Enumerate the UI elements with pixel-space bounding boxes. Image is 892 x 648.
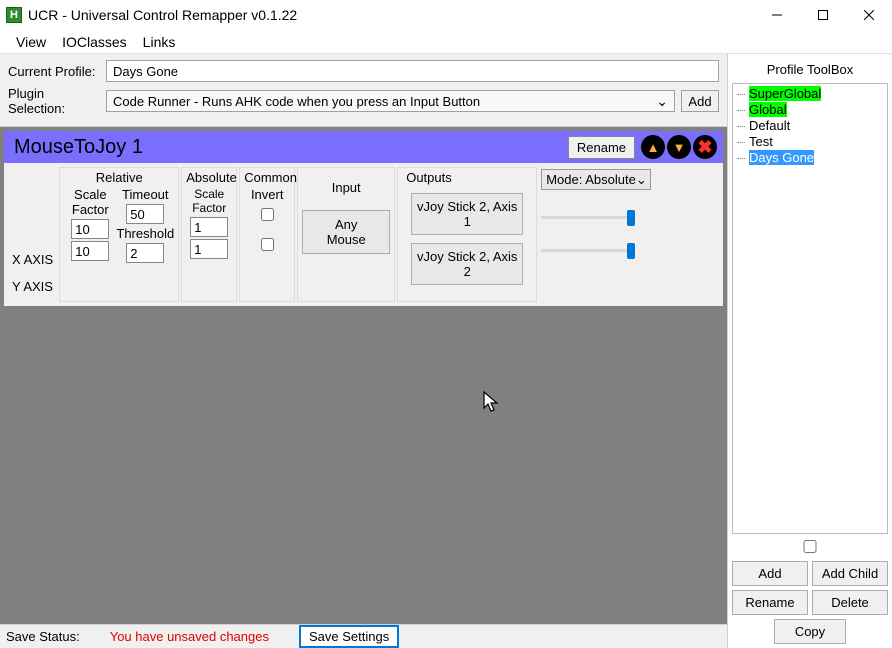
move-down-button[interactable]: ▼ [667,135,691,159]
move-up-button[interactable]: ▲ [641,135,665,159]
menu-links[interactable]: Links [143,34,176,50]
window-title: UCR - Universal Control Remapper v0.1.22 [28,7,754,23]
plugin-selection-dropdown[interactable]: Code Runner - Runs AHK code when you pre… [106,90,675,112]
save-settings-button[interactable]: Save Settings [299,625,399,648]
rel-scale-x-input[interactable] [71,219,109,239]
current-profile-input[interactable] [106,60,719,82]
abs-scale-y-input[interactable] [190,239,228,259]
common-group-label: Common [244,170,290,185]
tree-item-default[interactable]: Default [747,118,885,134]
app-icon: H [6,7,22,23]
plugin-selection-value: Code Runner - Runs AHK code when you pre… [113,94,480,109]
tree-item-global[interactable]: Global [747,102,885,118]
mode-value: Mode: Absolute [546,172,636,187]
plugin-rename-button[interactable]: Rename [568,136,635,159]
invert-label: Invert [244,187,290,202]
tree-item-label: SuperGlobal [749,86,821,101]
toolbox-add-child-button[interactable]: Add Child [812,561,888,586]
plugin-selection-label: Plugin Selection: [8,86,100,116]
tree-item-label: Default [749,118,790,133]
save-status-message: You have unsaved changes [110,629,269,644]
scale-factor-label: Scale Factor [64,187,116,217]
tree-item-label: Global [749,102,787,117]
cursor-icon [483,391,503,415]
save-status-label: Save Status: [6,629,80,644]
current-profile-label: Current Profile: [8,64,100,79]
toolbox-rename-button[interactable]: Rename [732,590,808,615]
tree-item-test[interactable]: Test [747,134,885,150]
absolute-group-label: Absolute [186,170,232,185]
tree-item-superglobal[interactable]: SuperGlobal [747,86,885,102]
timeout-label: Timeout [116,187,174,202]
toolbox-checkbox[interactable] [734,540,886,553]
output-slider-2[interactable] [541,249,631,252]
relative-group-label: Relative [64,170,174,185]
abs-scale-factor-label: Scale Factor [186,187,232,215]
maximize-button[interactable] [800,0,846,30]
toolbox-copy-button[interactable]: Copy [774,619,846,644]
input-group-label: Input [332,180,361,195]
tree-item-label: Test [749,134,773,149]
delete-plugin-button[interactable]: ✖ [693,135,717,159]
timeout-input[interactable] [126,204,164,224]
toolbox-delete-button[interactable]: Delete [812,590,888,615]
toolbox-add-button[interactable]: Add [732,561,808,586]
plugin-title: MouseToJoy 1 [10,136,568,159]
slider-thumb-icon [627,243,635,259]
y-axis-label: Y AXIS [12,279,53,294]
invert-y-checkbox[interactable] [261,238,274,251]
profile-toolbox-title: Profile ToolBox [732,62,888,77]
close-button[interactable] [846,0,892,30]
slider-thumb-icon [627,210,635,226]
outputs-group-label: Outputs [402,170,532,185]
any-mouse-button[interactable]: Any Mouse [302,210,390,254]
rel-scale-y-input[interactable] [71,241,109,261]
threshold-label: Threshold [116,226,174,241]
tree-item-label: Days Gone [749,150,814,165]
menu-ioclasses[interactable]: IOClasses [62,34,127,50]
profile-tree[interactable]: SuperGlobal Global Default Test Days Gon… [732,83,888,534]
invert-x-checkbox[interactable] [261,208,274,221]
tree-item-days-gone[interactable]: Days Gone [747,150,885,166]
add-plugin-button[interactable]: Add [681,90,719,112]
threshold-input[interactable] [126,243,164,263]
menu-view[interactable]: View [16,34,46,50]
output-1-button[interactable]: vJoy Stick 2, Axis 1 [411,193,523,235]
x-axis-label: X AXIS [12,252,53,267]
output-2-button[interactable]: vJoy Stick 2, Axis 2 [411,243,523,285]
abs-scale-x-input[interactable] [190,217,228,237]
mode-dropdown[interactable]: Mode: Absolute [541,169,651,190]
minimize-button[interactable] [754,0,800,30]
output-slider-1[interactable] [541,216,631,219]
